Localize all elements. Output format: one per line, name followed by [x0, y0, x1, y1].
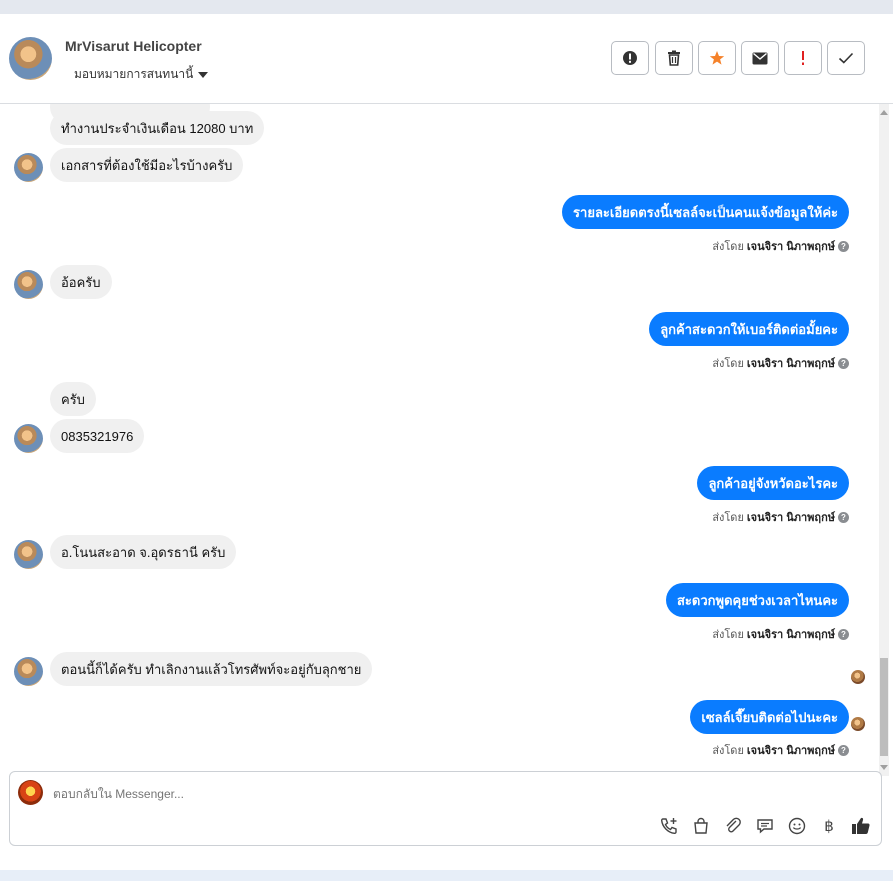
message-bubble-outgoing: ลูกค้าสะดวกให้เบอร์ติดต่อมั้ยคะ: [649, 312, 849, 346]
envelope-icon: [752, 52, 768, 64]
scroll-down-arrow-icon[interactable]: [880, 765, 888, 770]
help-icon[interactable]: ?: [838, 240, 849, 252]
thumbs-up-icon[interactable]: [851, 816, 871, 836]
check-icon: [838, 52, 854, 64]
sender-name: เจนจิรา นิภาพฤกษ์: [746, 358, 835, 370]
sent-by-prefix: ส่งโดย: [712, 512, 744, 524]
message-bubble-outgoing: รายละเอียดตรงนี้เซลล์จะเป็นคนแจ้งข้อมูลใ…: [562, 195, 849, 229]
assign-label: มอบหมายการสนทนานี้: [74, 67, 194, 81]
message-composer: ฿: [9, 771, 882, 846]
top-strip: [0, 0, 893, 14]
bottom-strip: [0, 870, 893, 881]
message-bubble-incoming: อ้อครับ: [50, 265, 112, 299]
help-icon[interactable]: ?: [838, 744, 849, 756]
important-button[interactable]: [784, 41, 822, 75]
seen-avatar-icon: [851, 670, 865, 684]
help-icon[interactable]: ?: [838, 628, 849, 640]
phone-plus-icon[interactable]: [659, 816, 679, 836]
seen-avatar-icon: [851, 717, 865, 731]
message-bubble-incoming: อ.โนนสะอาด จ.อุดรธานี ครับ: [50, 535, 237, 569]
trash-icon: [668, 50, 680, 66]
caret-down-icon: [198, 71, 209, 78]
contact-name[interactable]: MrVisarut Helicopter: [65, 38, 202, 54]
sent-by-label: ส่งโดย เจนจิรา นิภาพฤกษ์ ?: [712, 741, 849, 759]
conversation-header: MrVisarut Helicopter มอบหมายการสนทนานี้: [0, 14, 893, 104]
baht-icon[interactable]: ฿: [819, 816, 839, 836]
message-bubble-outgoing: ลูกค้าอยู่จังหวัดอะไรคะ: [697, 466, 849, 500]
scroll-up-arrow-icon[interactable]: [880, 110, 888, 115]
sent-by-prefix: ส่งโดย: [712, 358, 744, 370]
message-bubble-incoming: เอกสารที่ต้องใช้มีอะไรบ้างครับ: [50, 148, 244, 182]
shopping-bag-icon[interactable]: [691, 816, 711, 836]
sent-by-prefix: ส่งโดย: [712, 745, 744, 757]
delete-button[interactable]: [655, 41, 693, 75]
contact-avatar-small: [14, 270, 43, 299]
contact-avatar-small: [14, 424, 43, 453]
message-bubble-outgoing: สะดวกพูดคุยช่วงเวลาไหนคะ: [665, 583, 849, 617]
star-icon: [709, 51, 725, 65]
sent-by-prefix: ส่งโดย: [712, 629, 744, 641]
message-bubble-incoming: ตอนนี้ก็ได้ครับ ทำเลิกงานแล้วโทรศัพท์จะอ…: [50, 652, 373, 686]
sender-name: เจนจิรา นิภาพฤกษ์: [746, 745, 835, 757]
baht-symbol: ฿: [824, 817, 834, 835]
assign-conversation-dropdown[interactable]: มอบหมายการสนทนานี้: [74, 65, 209, 84]
help-icon[interactable]: ?: [838, 357, 849, 369]
page-avatar: [18, 780, 43, 805]
mark-spam-button[interactable]: [611, 41, 649, 75]
sent-by-label: ส่งโดย เจนจิรา นิภาพฤกษ์ ?: [712, 354, 849, 372]
sender-name: เจนจิรา นิภาพฤกษ์: [746, 512, 835, 524]
conversation-panel: MrVisarut Helicopter มอบหมายการสนทนานี้ …: [0, 14, 893, 870]
composer-toolbar: ฿: [659, 816, 871, 836]
contact-avatar-small: [14, 153, 43, 182]
reply-input[interactable]: [53, 787, 753, 801]
sent-by-prefix: ส่งโดย: [712, 241, 744, 253]
exclamation-icon: [802, 51, 804, 65]
sent-by-label: ส่งโดย เจนจิรา นิภาพฤกษ์ ?: [712, 625, 849, 643]
sender-name: เจนจิรา นิภาพฤกษ์: [746, 241, 835, 253]
chat-bubble-icon[interactable]: [755, 816, 775, 836]
message-bubble-incoming: ทำงานประจำเงินเดือน 12080 บาท: [50, 111, 265, 145]
contact-avatar-small: [14, 540, 43, 569]
star-button[interactable]: [698, 41, 736, 75]
message-bubble-outgoing: เซลล์เจี๊ยบติดต่อไปนะคะ: [690, 700, 849, 734]
email-button[interactable]: [741, 41, 779, 75]
contact-avatar[interactable]: [9, 37, 52, 80]
message-bubble-incoming: ครับ: [50, 382, 96, 416]
alert-circle-icon: [623, 51, 637, 65]
help-icon[interactable]: ?: [838, 511, 849, 523]
sender-name: เจนจิรา นิภาพฤกษ์: [746, 629, 835, 641]
message-list[interactable]: ทำงานประจำเงินเดือน 12080 บาท เอกสารที่ต…: [0, 104, 893, 776]
vertical-scrollbar[interactable]: [879, 104, 889, 776]
contact-avatar-small: [14, 657, 43, 686]
paperclip-icon[interactable]: [723, 816, 743, 836]
sent-by-label: ส่งโดย เจนจิรา นิภาพฤกษ์ ?: [712, 237, 849, 255]
scrollbar-thumb[interactable]: [880, 658, 888, 756]
sent-by-label: ส่งโดย เจนจิรา นิภาพฤกษ์ ?: [712, 508, 849, 526]
message-bubble-incoming: 0835321976: [50, 419, 145, 453]
smiley-icon[interactable]: [787, 816, 807, 836]
mark-done-button[interactable]: [827, 41, 865, 75]
